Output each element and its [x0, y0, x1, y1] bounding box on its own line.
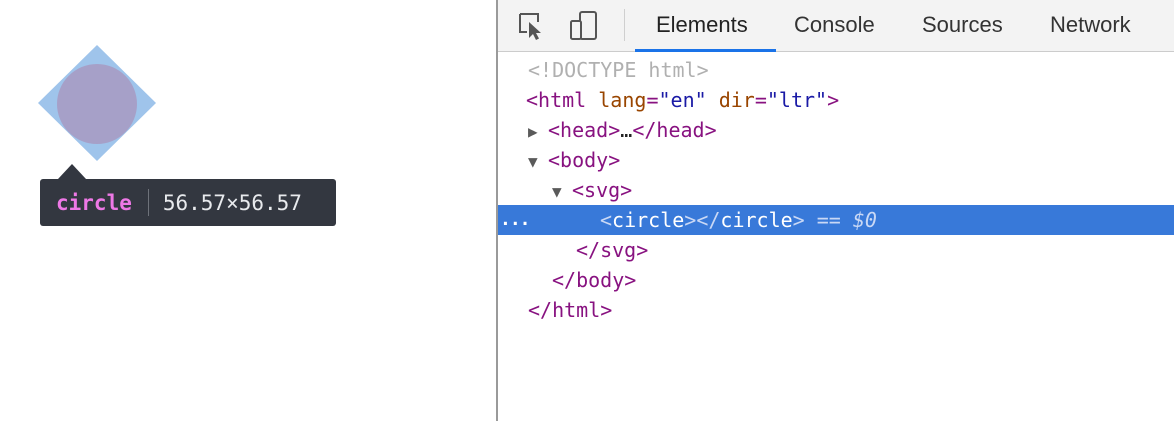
tab-sources[interactable]: Sources [922, 0, 1003, 51]
attr-value: "en" [658, 88, 707, 112]
devtools-panel: Elements Console Sources Network <!DOCTY… [496, 0, 1174, 421]
dom-node-body-close[interactable]: </body> [498, 265, 1174, 295]
dom-node-svg-close[interactable]: </svg> [498, 235, 1174, 265]
tooltip-dimensions: 56.57×56.57 [162, 190, 302, 215]
inspect-element-icon[interactable] [517, 11, 547, 41]
collapse-triangle-icon[interactable]: ▼ [528, 147, 548, 177]
dom-node-doctype[interactable]: <!DOCTYPE html> [498, 55, 1174, 85]
dom-node-head[interactable]: ▶ <head>…</head> [498, 115, 1174, 145]
attr-name: lang [598, 88, 647, 112]
toolbar-divider [624, 9, 625, 41]
device-toolbar-icon[interactable] [569, 11, 599, 41]
devtools-toolbar: Elements Console Sources Network [498, 0, 1174, 52]
body-tag-name: body [560, 148, 609, 172]
svg-tag-name: svg [584, 178, 621, 202]
console-reference: == $0 [816, 208, 877, 232]
page-viewport: circle 56.57×56.57 [0, 0, 496, 421]
dom-node-html-close[interactable]: </html> [498, 295, 1174, 325]
collapse-triangle-icon[interactable]: ▼ [552, 177, 572, 207]
tab-console[interactable]: Console [794, 0, 875, 51]
dom-tree: <!DOCTYPE html> <html lang="en" dir="ltr… [498, 55, 1174, 325]
doctype-text: <!DOCTYPE html> [528, 58, 709, 82]
attr-name: dir [718, 88, 755, 112]
active-tab-indicator [635, 49, 776, 52]
element-tooltip: circle 56.57×56.57 [40, 179, 336, 226]
collapsed-ellipsis[interactable]: … [620, 118, 632, 142]
body-close-tag: </body> [552, 268, 637, 292]
circle-tag-name: circle [612, 208, 685, 232]
expand-triangle-icon[interactable]: ▶ [528, 117, 548, 147]
dom-node-circle-selected[interactable]: ... <circle></circle> == $0 [498, 205, 1174, 235]
dom-node-svg[interactable]: ▼ <svg> [498, 175, 1174, 205]
tooltip-arrow [58, 164, 86, 179]
node-actions-ellipsis[interactable]: ... [500, 205, 530, 235]
highlighted-circle[interactable] [57, 64, 137, 144]
svg-close-tag: </svg> [576, 238, 649, 262]
dom-node-body[interactable]: ▼ <body> [498, 145, 1174, 175]
attr-value: "ltr" [766, 88, 828, 112]
dom-node-html[interactable]: <html lang="en" dir="ltr"> [498, 85, 1174, 115]
tooltip-separator [147, 189, 149, 216]
html-close-tag: </html> [528, 298, 613, 322]
html-tag-name: html [538, 88, 587, 112]
circle-close-tag-name: circle [720, 208, 793, 232]
head-tag-name: head [560, 118, 609, 142]
tab-elements[interactable]: Elements [656, 0, 748, 51]
tooltip-tag-name: circle [56, 190, 132, 215]
head-close-tag-name: head [656, 118, 705, 142]
tab-network[interactable]: Network [1050, 0, 1131, 51]
